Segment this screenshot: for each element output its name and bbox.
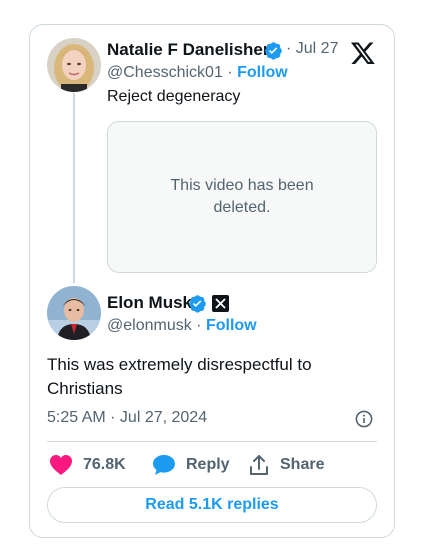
x-logo-icon[interactable] — [350, 40, 376, 71]
tweet-timestamp[interactable]: 5:25 AM · Jul 27, 2024 — [47, 409, 207, 427]
like-count: 76.8K — [83, 456, 126, 473]
separator-dot: · — [196, 317, 202, 334]
like-button[interactable]: 76.8K — [49, 452, 126, 478]
follow-button[interactable]: Follow — [237, 64, 288, 81]
quoted-tweet-text: Reject degeneracy — [107, 88, 241, 105]
main-tweet-text: This was extremely disrespectful to Chri… — [47, 355, 312, 398]
quoted-handle-line: @Chesschick01 · Follow — [107, 64, 288, 82]
quoted-handle[interactable]: @Chesschick01 — [107, 64, 223, 81]
quoted-author-name[interactable]: Natalie F Danelishen — [107, 40, 273, 60]
embedded-tweet-card: Natalie F Danelishen · Jul 27 @Chesschic… — [29, 24, 395, 538]
divider — [47, 441, 377, 442]
separator-dot: · — [227, 64, 233, 81]
separator-dot: · — [286, 40, 292, 57]
quoted-date-line: · Jul 27 — [286, 40, 338, 58]
main-handle[interactable]: @elonmusk — [107, 317, 192, 334]
deleted-video-placeholder: This video has been deleted. — [107, 121, 377, 273]
share-icon — [250, 455, 268, 475]
verified-badge-icon — [264, 41, 283, 65]
main-handle-line: @elonmusk · Follow — [107, 317, 257, 335]
read-replies-button[interactable]: Read 5.1K replies — [47, 487, 377, 523]
x-affiliation-badge-icon — [212, 295, 229, 317]
share-button[interactable]: Share — [248, 452, 324, 478]
verified-badge-icon — [188, 294, 207, 318]
share-label: Share — [280, 456, 325, 473]
follow-button[interactable]: Follow — [206, 317, 257, 334]
reply-button[interactable]: Reply — [152, 452, 230, 478]
thread-connector-line — [73, 93, 75, 283]
main-author-name[interactable]: Elon Musk — [107, 293, 192, 313]
heart-icon — [50, 455, 72, 475]
video-deleted-message: This video has been deleted. — [170, 177, 314, 216]
reply-label: Reply — [186, 456, 230, 473]
avatar[interactable] — [47, 286, 101, 340]
quoted-date[interactable]: Jul 27 — [296, 40, 339, 57]
avatar[interactable] — [47, 38, 101, 92]
reply-icon — [153, 455, 175, 475]
info-icon[interactable] — [355, 410, 373, 433]
